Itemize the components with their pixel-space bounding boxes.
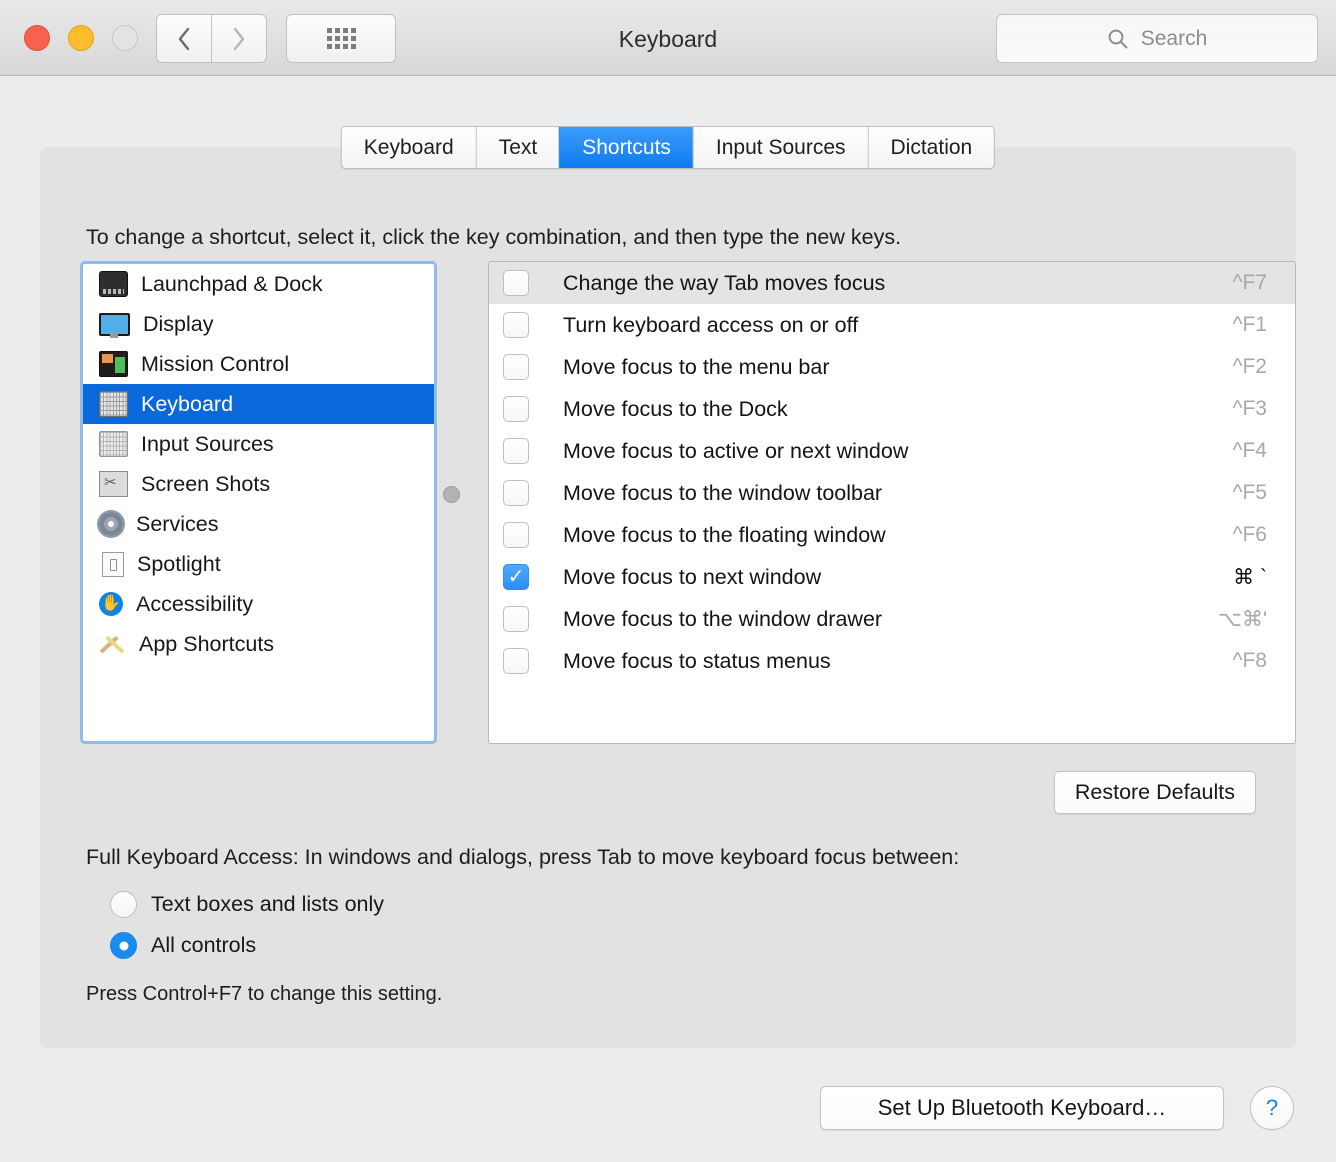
shortcut-label: Change the way Tab moves focus bbox=[563, 270, 886, 295]
shortcut-checkbox[interactable] bbox=[503, 606, 529, 632]
shortcuts-panel: To change a shortcut, select it, click t… bbox=[40, 147, 1296, 1048]
sidebar-item-services[interactable]: Services bbox=[83, 504, 434, 544]
shortcut-key-combo[interactable]: ^F4 bbox=[1233, 439, 1295, 463]
shortcut-checkbox[interactable] bbox=[503, 438, 529, 464]
shortcut-checkbox[interactable] bbox=[503, 648, 529, 674]
full-keyboard-access-label: Full Keyboard Access: In windows and dia… bbox=[86, 845, 960, 869]
sidebar-item-label: Input Sources bbox=[141, 431, 274, 456]
sidebar-item-label: Mission Control bbox=[141, 351, 290, 376]
mission-control-icon bbox=[99, 351, 128, 377]
sidebar-item-app-shortcuts[interactable]: App Shortcuts bbox=[83, 624, 434, 664]
table-row[interactable]: Move focus to the window drawer ⌥⌘' bbox=[489, 598, 1295, 640]
tab-input-sources[interactable]: Input Sources bbox=[692, 127, 868, 168]
restore-defaults-button[interactable]: Restore Defaults bbox=[1053, 771, 1256, 814]
shortcut-checkbox[interactable] bbox=[503, 480, 529, 506]
keyboard-icon bbox=[99, 391, 128, 417]
accessibility-icon: ✋ bbox=[99, 592, 123, 616]
table-row[interactable]: Move focus to the floating window ^F6 bbox=[489, 514, 1295, 556]
sidebar-item-input-sources[interactable]: Input Sources bbox=[83, 424, 434, 464]
radio-button[interactable] bbox=[110, 932, 137, 959]
shortcut-label: Turn keyboard access on or off bbox=[563, 312, 859, 337]
table-row[interactable]: ✓ Move focus to next window ⌘ ` bbox=[489, 556, 1295, 598]
radio-option-all-controls[interactable]: All controls bbox=[110, 932, 256, 959]
tab-text[interactable]: Text bbox=[475, 127, 560, 168]
shortcut-checkbox[interactable] bbox=[503, 312, 529, 338]
full-keyboard-access-note: Press Control+F7 to change this setting. bbox=[86, 983, 443, 1005]
sidebar-item-accessibility[interactable]: ✋ Accessibility bbox=[83, 584, 434, 624]
radio-label: Text boxes and lists only bbox=[151, 892, 385, 916]
shortcut-label: Move focus to the floating window bbox=[563, 522, 886, 547]
sidebar-item-label: Services bbox=[136, 511, 219, 536]
shortcut-key-combo[interactable]: ⌘ ` bbox=[1233, 565, 1295, 590]
app-shortcuts-icon bbox=[99, 632, 126, 656]
radio-label: All controls bbox=[151, 933, 257, 957]
spotlight-icon bbox=[102, 551, 124, 577]
shortcut-key-combo[interactable]: ^F8 bbox=[1233, 649, 1295, 673]
shortcut-key-combo[interactable]: ⌥⌘' bbox=[1218, 607, 1295, 632]
window-titlebar: Keyboard Search bbox=[0, 0, 1336, 76]
search-field[interactable]: Search bbox=[996, 14, 1318, 63]
shortcut-key-combo[interactable]: ^F2 bbox=[1233, 355, 1295, 379]
shortcut-key-combo[interactable]: ^F7 bbox=[1233, 271, 1295, 295]
sidebar-item-label: Spotlight bbox=[137, 551, 221, 576]
radio-option-text-boxes-and-lists[interactable]: Text boxes and lists only bbox=[110, 891, 384, 918]
table-row[interactable]: Move focus to the Dock ^F3 bbox=[489, 388, 1295, 430]
split-view-handle[interactable] bbox=[443, 486, 460, 503]
shortcut-category-list[interactable]: Launchpad & Dock Display Mission Control… bbox=[80, 261, 437, 744]
shortcut-key-combo[interactable]: ^F6 bbox=[1233, 523, 1295, 547]
sidebar-item-label: Display bbox=[143, 311, 214, 336]
sidebar-item-label: App Shortcuts bbox=[139, 631, 275, 656]
split-view-divider[interactable] bbox=[437, 261, 472, 744]
shortcut-key-combo[interactable]: ^F5 bbox=[1233, 481, 1295, 505]
shortcut-checkbox[interactable]: ✓ bbox=[503, 564, 529, 590]
shortcut-label: Move focus to active or next window bbox=[563, 438, 909, 463]
shortcut-label: Move focus to the window drawer bbox=[563, 606, 883, 631]
help-button[interactable]: ? bbox=[1250, 1086, 1294, 1130]
instruction-text: To change a shortcut, select it, click t… bbox=[86, 225, 902, 249]
tab-shortcuts[interactable]: Shortcuts bbox=[559, 127, 693, 168]
sidebar-item-keyboard[interactable]: Keyboard bbox=[83, 384, 434, 424]
input-sources-icon bbox=[99, 431, 128, 457]
sidebar-item-display[interactable]: Display bbox=[83, 304, 434, 344]
table-row[interactable]: Turn keyboard access on or off ^F1 bbox=[489, 304, 1295, 346]
shortcut-checkbox[interactable] bbox=[503, 522, 529, 548]
table-row[interactable]: Move focus to the menu bar ^F2 bbox=[489, 346, 1295, 388]
sidebar-item-label: Screen Shots bbox=[141, 471, 271, 496]
sidebar-item-label: Launchpad & Dock bbox=[141, 271, 323, 296]
display-icon bbox=[99, 312, 130, 338]
shortcut-checkbox[interactable] bbox=[503, 270, 529, 296]
sidebar-item-mission-control[interactable]: Mission Control bbox=[83, 344, 434, 384]
shortcut-checkbox[interactable] bbox=[503, 354, 529, 380]
search-icon bbox=[1108, 29, 1128, 48]
set-up-bluetooth-keyboard-button[interactable]: Set Up Bluetooth Keyboard… bbox=[820, 1086, 1224, 1130]
table-row[interactable]: Move focus to status menus ^F8 bbox=[489, 640, 1295, 682]
search-placeholder: Search bbox=[1140, 26, 1208, 50]
radio-button[interactable] bbox=[110, 891, 137, 918]
sidebar-item-label: Keyboard bbox=[141, 391, 234, 416]
shortcut-label: Move focus to next window bbox=[563, 564, 822, 589]
shortcut-label: Move focus to the menu bar bbox=[563, 354, 830, 379]
sidebar-item-label: Accessibility bbox=[136, 591, 254, 616]
shortcut-label: Move focus to the window toolbar bbox=[563, 480, 883, 505]
table-row[interactable]: Change the way Tab moves focus ^F7 bbox=[489, 262, 1295, 304]
table-row[interactable]: Move focus to the window toolbar ^F5 bbox=[489, 472, 1295, 514]
shortcut-key-combo[interactable]: ^F3 bbox=[1233, 397, 1295, 421]
table-row[interactable]: Move focus to active or next window ^F4 bbox=[489, 430, 1295, 472]
shortcut-label: Move focus to the Dock bbox=[563, 396, 788, 421]
shortcut-checkbox[interactable] bbox=[503, 396, 529, 422]
shortcut-list[interactable]: Change the way Tab moves focus ^F7 Turn … bbox=[488, 261, 1296, 744]
sidebar-item-screen-shots[interactable]: Screen Shots bbox=[83, 464, 434, 504]
tab-dictation[interactable]: Dictation bbox=[867, 127, 995, 168]
launchpad-dock-icon bbox=[99, 271, 128, 297]
tab-keyboard[interactable]: Keyboard bbox=[341, 127, 476, 168]
shortcut-label: Move focus to status menus bbox=[563, 648, 831, 673]
screen-shots-icon bbox=[99, 471, 128, 497]
services-gear-icon bbox=[99, 512, 123, 536]
shortcut-key-combo[interactable]: ^F1 bbox=[1233, 313, 1295, 337]
sidebar-item-launchpad-dock[interactable]: Launchpad & Dock bbox=[83, 264, 434, 304]
tab-bar: Keyboard Text Shortcuts Input Sources Di… bbox=[340, 126, 996, 169]
sidebar-item-spotlight[interactable]: Spotlight bbox=[83, 544, 434, 584]
